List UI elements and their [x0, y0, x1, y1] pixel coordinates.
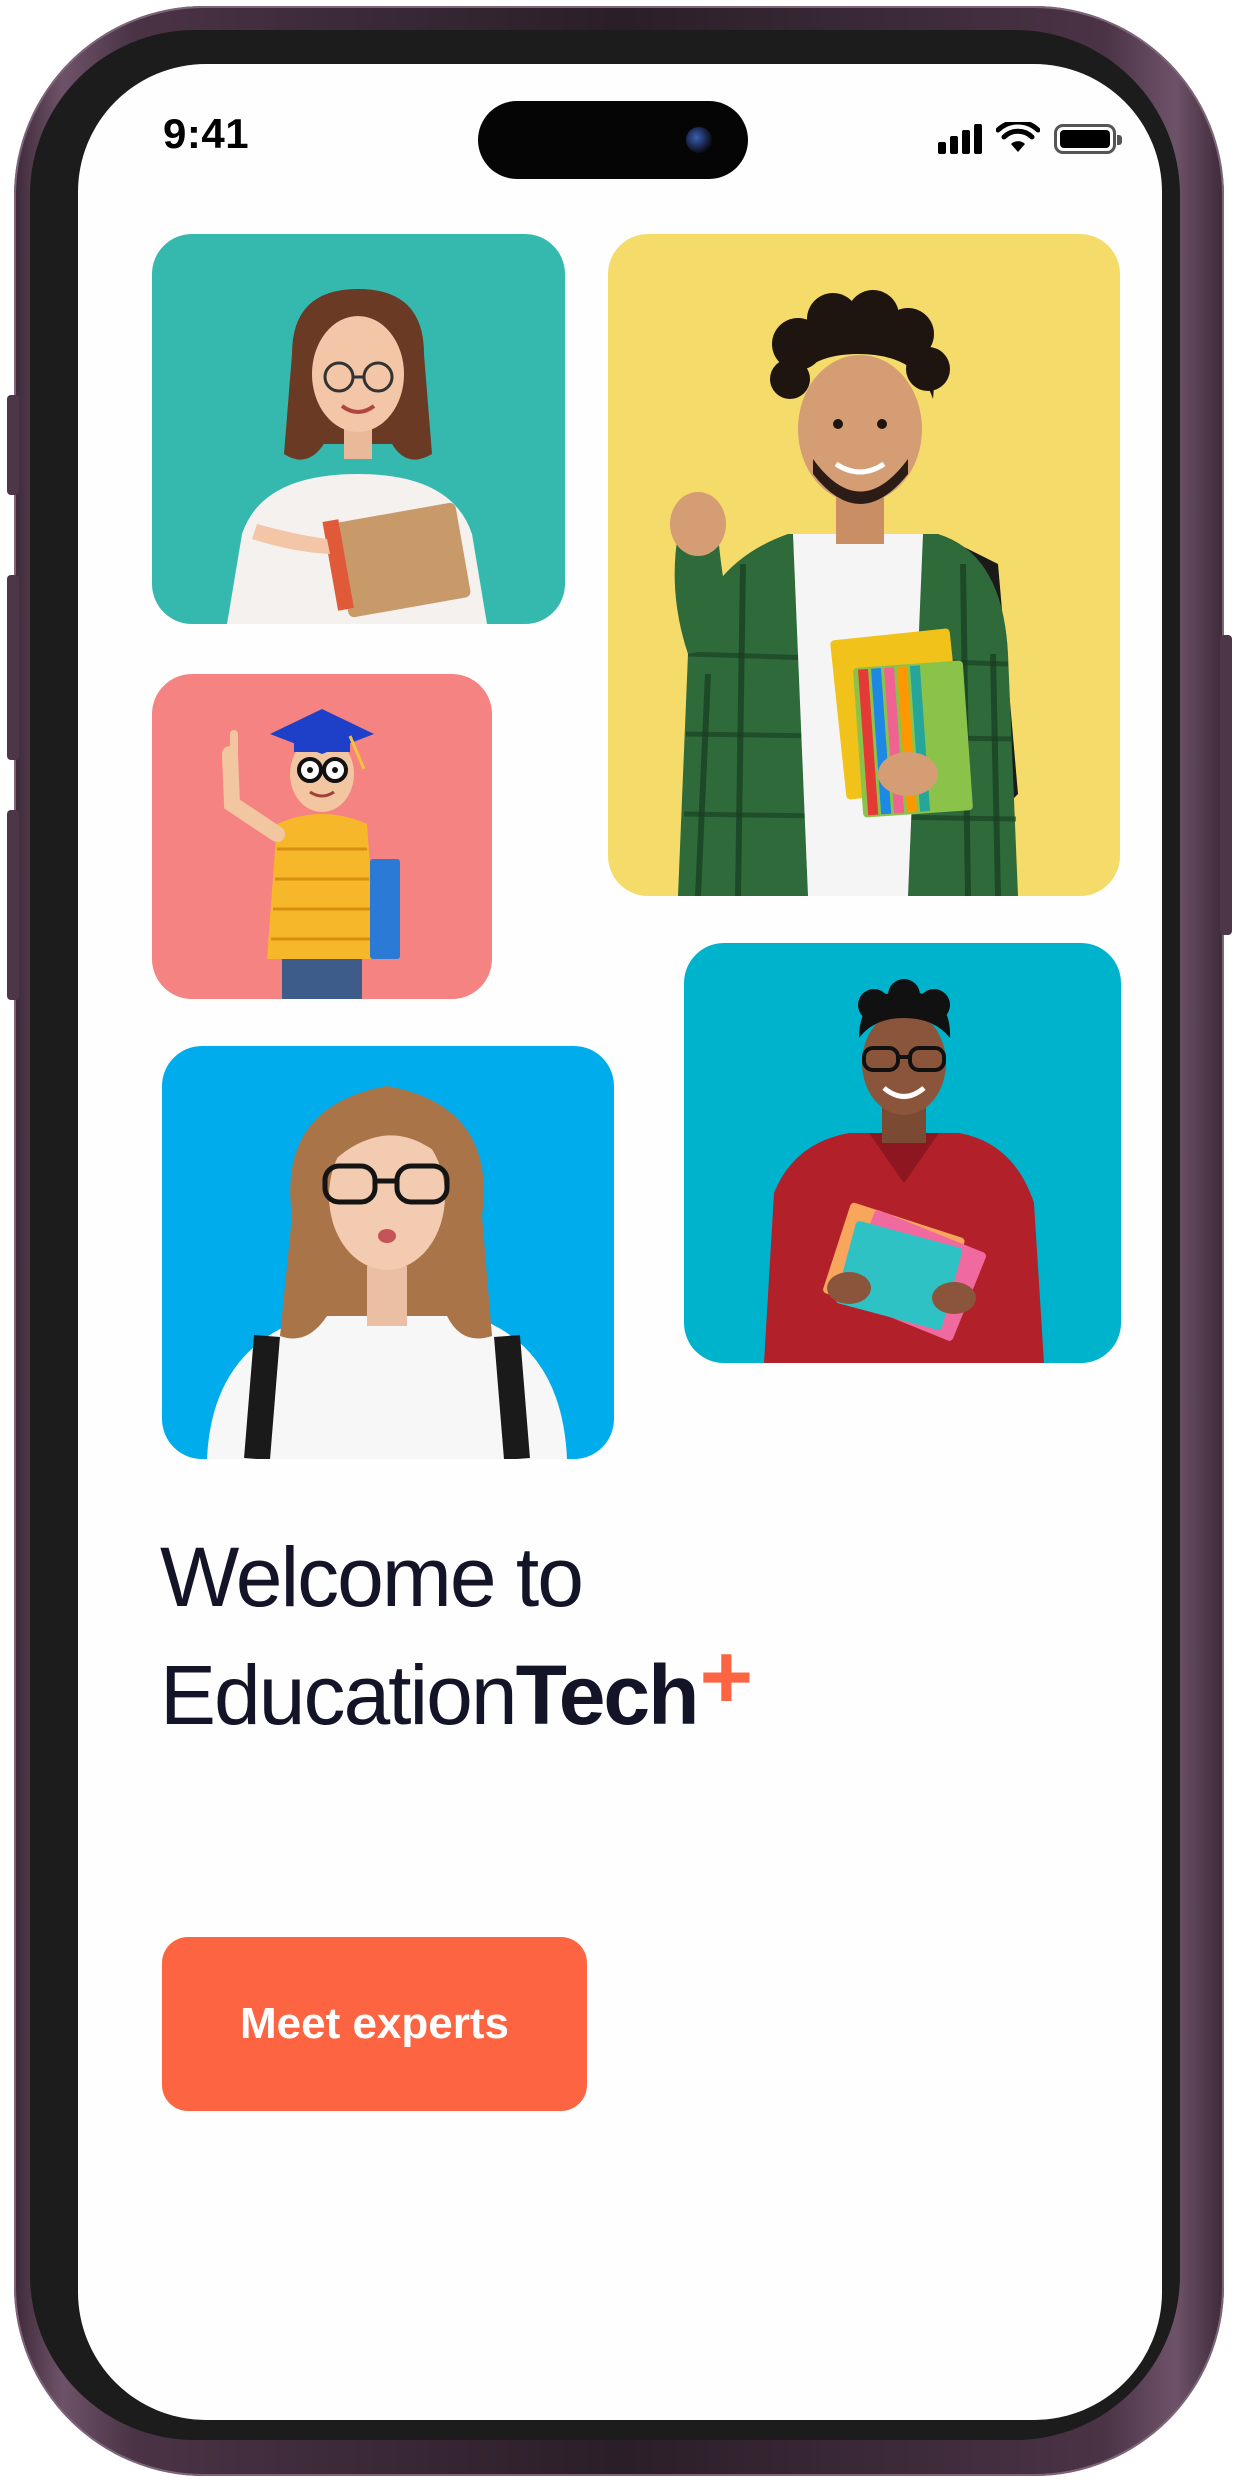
device-mockup: 9:41 Welcome to EducationTech+ Meet expe… [0, 0, 1239, 2484]
student-woman-photo [227, 289, 487, 624]
photo-tile-child-graduate [152, 674, 492, 999]
action-button [7, 395, 19, 495]
wifi-icon [996, 122, 1040, 152]
brand-plus-icon: + [699, 1626, 753, 1728]
welcome-heading: Welcome to EducationTech+ [160, 1519, 753, 1753]
brand-name-part2: Tech [515, 1648, 700, 1742]
brand-name-part1: Education [160, 1648, 518, 1742]
status-time: 9:41 [163, 110, 250, 157]
power-button [1220, 635, 1232, 935]
front-camera-icon [686, 127, 712, 153]
child-graduate-photo [222, 709, 400, 999]
welcome-line: Welcome to [160, 1530, 584, 1624]
student-man-photo [670, 290, 1018, 896]
meet-experts-button[interactable]: Meet experts [162, 1937, 587, 2111]
dynamic-island [478, 101, 748, 179]
photo-tile-student-man-notebooks [684, 943, 1121, 1363]
volume-up-button [7, 575, 19, 760]
volume-down-button [7, 810, 19, 1000]
student-man-2-photo [764, 979, 1044, 1363]
cellular-signal-icon [938, 124, 982, 154]
student-woman-2-photo [207, 1086, 567, 1459]
app-screen: 9:41 Welcome to EducationTech+ Meet expe… [78, 64, 1162, 2420]
photo-tile-student-man-backpack [608, 234, 1120, 896]
brand-name: EducationTech+ [160, 1626, 753, 1753]
photo-tile-student-woman [152, 234, 565, 624]
battery-icon [1054, 124, 1122, 154]
status-icons [938, 120, 1122, 154]
photo-tile-student-woman-glasses [162, 1046, 614, 1459]
